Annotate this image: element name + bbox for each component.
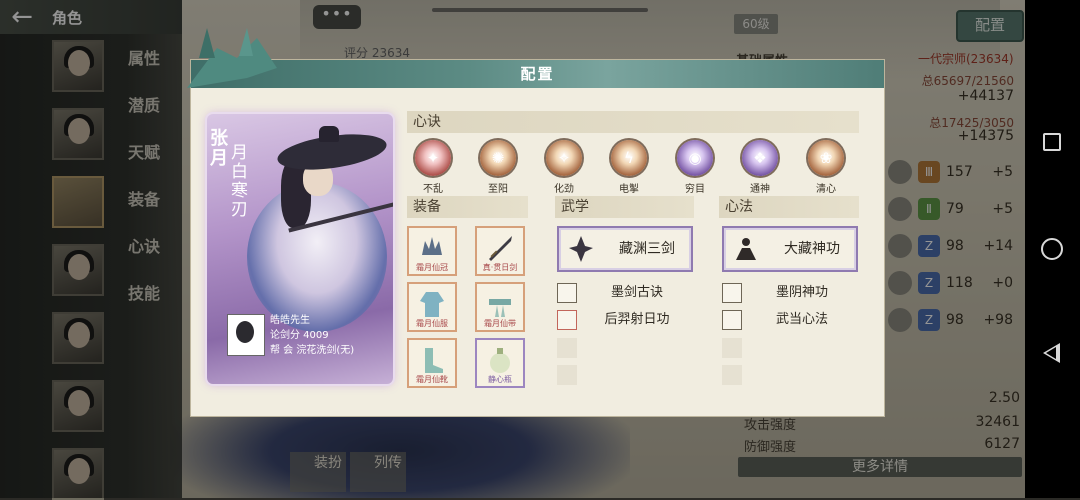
- wuxue-item-label: 后羿射日功: [604, 312, 670, 327]
- equipment-section-header: 装备: [407, 196, 528, 218]
- empty-wuxue-slot[interactable]: [557, 338, 577, 358]
- equipment-slot-armor[interactable]: 霜月仙服: [407, 282, 457, 332]
- belt-icon: [489, 299, 511, 317]
- skill-orb-icon: ❖: [742, 140, 778, 176]
- robe-icon: [420, 292, 444, 317]
- wuxue-item-label: 墨剑古诀: [610, 285, 663, 300]
- crown-icon: [422, 237, 442, 255]
- wuxue-item-icon: [557, 310, 577, 330]
- skill-label: 化劲: [554, 184, 574, 195]
- character-title: 月白寒刃: [231, 143, 248, 220]
- sword-icon: [489, 236, 512, 261]
- skill-glyph: ❖: [753, 149, 767, 167]
- xinjue-skill[interactable]: ✦ 不乱: [413, 140, 453, 195]
- skill-glyph: ✦: [426, 149, 440, 167]
- equipment-slot-boots[interactable]: 霜月仙靴: [407, 338, 457, 388]
- meditation-icon: [736, 238, 756, 260]
- skill-orb-icon: ◉: [677, 140, 713, 176]
- skill-label: 不乱: [423, 184, 443, 195]
- equipment-label: 真·贯日剑: [482, 263, 518, 272]
- character-card[interactable]: 张月 月白寒刃 皓皓先生 论剑分 4009 帮 会 浣花洗剑(无): [207, 114, 393, 384]
- skill-orb-icon: ϟ: [611, 140, 647, 176]
- xinfa-item-icon: [722, 283, 742, 303]
- character-name: 张月: [210, 128, 228, 169]
- config-dialog: 配置 张月 月白寒刃 皓皓先生 论剑分 4009 帮 会 浣花洗剑(无) 心诀 …: [187, 28, 884, 416]
- recent-apps-icon[interactable]: [1043, 133, 1061, 151]
- empty-xinfa-slot[interactable]: [722, 365, 742, 385]
- empty-wuxue-slot[interactable]: [557, 365, 577, 385]
- martial-art-icon: [569, 236, 593, 262]
- equipment-label: 霜月仙带: [484, 319, 516, 328]
- empty-xinfa-slot[interactable]: [722, 338, 742, 358]
- boots-icon: [425, 348, 443, 373]
- home-icon[interactable]: [1041, 238, 1063, 260]
- skill-orb-icon: ✧: [546, 140, 582, 176]
- skill-orb-icon: ✺: [480, 140, 516, 176]
- skill-orb-icon: ✦: [415, 140, 451, 176]
- xinjue-skill[interactable]: ✧ 化劲: [544, 140, 584, 195]
- sword-score: 论剑分 4009: [270, 330, 329, 341]
- xinfa-item-icon: [722, 310, 742, 330]
- equipment-label: 霜月仙服: [416, 319, 448, 328]
- guild-name: 帮 会 浣花洗剑(无): [270, 345, 355, 356]
- xinfa-main-slot[interactable]: 大藏神功: [722, 226, 858, 272]
- xinjue-skill[interactable]: ϟ 电掣: [609, 140, 649, 195]
- wuxue-item[interactable]: 后羿射日功: [557, 310, 697, 332]
- xinjue-skill[interactable]: ✺ 至阳: [478, 140, 518, 195]
- xinjue-skill[interactable]: ❀ 清心: [806, 140, 846, 195]
- equipment-slot-belt[interactable]: 霜月仙带: [475, 282, 525, 332]
- banner-decoration-icon: [187, 28, 277, 88]
- skill-glyph: ✧: [557, 149, 571, 167]
- bamboo-hat-crown: [319, 126, 339, 142]
- equipment-slot-accessory[interactable]: 静心瓶: [475, 338, 525, 388]
- player-name: 皓皓先生: [270, 315, 310, 326]
- xinfa-item[interactable]: 墨阴神功: [722, 283, 862, 305]
- equipment-slot-headgear[interactable]: 霜月仙冠: [407, 226, 457, 276]
- skill-glyph: ✺: [491, 149, 505, 167]
- wuxue-item-icon: [557, 283, 577, 303]
- skill-label: 清心: [816, 184, 836, 195]
- xinjue-skill[interactable]: ❖ 通神: [740, 140, 780, 195]
- character-robe: [247, 182, 387, 332]
- xinfa-item-label: 武当心法: [775, 312, 828, 327]
- back-icon[interactable]: [1043, 343, 1060, 363]
- skill-glyph: ◉: [688, 149, 702, 167]
- wuxue-main-name: 藏渊三剑: [619, 241, 675, 257]
- xinfa-main-name: 大藏神功: [784, 241, 840, 257]
- xinfa-item[interactable]: 武当心法: [722, 310, 862, 332]
- wuxue-section-header: 武学: [555, 196, 694, 218]
- skill-glyph: ❀: [819, 149, 833, 167]
- skill-label: 通神: [750, 184, 770, 195]
- equipment-label: 静心瓶: [488, 375, 512, 384]
- wuxue-item[interactable]: 墨剑古诀: [557, 283, 697, 305]
- player-avatar: [227, 314, 265, 356]
- equipment-label: 霜月仙靴: [416, 375, 448, 384]
- skill-glyph: ϟ: [624, 149, 634, 167]
- xinfa-section-header: 心法: [719, 196, 859, 218]
- skill-orb-icon: ❀: [808, 140, 844, 176]
- xinjue-skill[interactable]: ◉ 穷目: [675, 140, 715, 195]
- wuxue-main-slot[interactable]: 藏渊三剑: [557, 226, 693, 272]
- xinjue-section-header: 心诀: [407, 111, 859, 133]
- player-avatar-face: [236, 321, 254, 343]
- player-info: 皓皓先生 论剑分 4009 帮 会 浣花洗剑(无): [270, 313, 354, 358]
- skill-label: 穷目: [685, 184, 705, 195]
- xinfa-item-label: 墨阴神功: [775, 285, 828, 300]
- vase-icon: [490, 348, 510, 373]
- equipment-label: 霜月仙冠: [416, 263, 448, 272]
- equipment-slot-weapon[interactable]: 真·贯日剑: [475, 226, 525, 276]
- skill-label: 至阳: [488, 184, 508, 195]
- skill-label: 电掣: [619, 184, 639, 195]
